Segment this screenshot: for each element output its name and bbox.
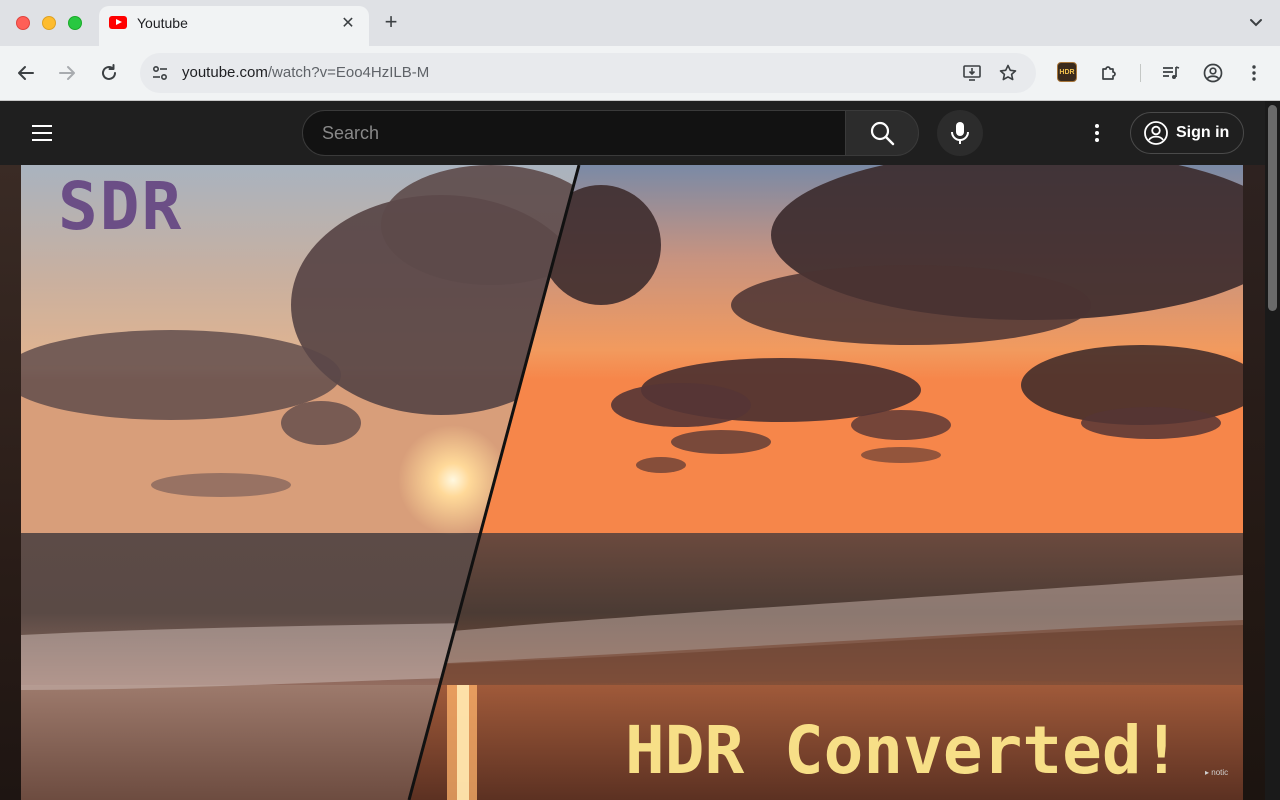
puzzle-icon[interactable] — [1098, 62, 1120, 84]
reload-icon[interactable] — [98, 62, 120, 84]
url-text: youtube.com/watch?v=Eoo4HzILB-M — [182, 64, 429, 81]
more-vert-icon[interactable] — [1243, 62, 1265, 84]
sign-in-label: Sign in — [1176, 124, 1230, 141]
video-side-blur-left — [0, 165, 21, 800]
youtube-masthead: Sign in — [0, 101, 1280, 165]
account-icon — [1144, 121, 1168, 145]
url-host: youtube.com — [182, 64, 268, 81]
tab-youtube[interactable]: Youtube ✕ — [99, 6, 369, 46]
close-window-button[interactable] — [16, 16, 30, 30]
settings-more-icon[interactable] — [1086, 122, 1108, 144]
fullscreen-window-button[interactable] — [68, 16, 82, 30]
sign-in-button[interactable]: Sign in — [1130, 112, 1244, 154]
tab-strip: Youtube ✕ + — [0, 0, 1280, 46]
search-box — [302, 110, 846, 156]
back-arrow-icon[interactable] — [15, 62, 37, 84]
player-corner-badge: ▸ notic — [1205, 768, 1229, 777]
hdr-extension-badge: HDR — [1059, 68, 1075, 76]
plus-icon[interactable]: + — [380, 10, 402, 34]
browser-window: Youtube ✕ + youtube.com/watch?v=Eoo4HzIL… — [0, 0, 1280, 800]
toolbar-separator — [1140, 64, 1141, 82]
tab-title: Youtube — [137, 15, 188, 31]
video-player[interactable] — [21, 165, 1243, 800]
close-icon[interactable]: ✕ — [339, 13, 357, 33]
address-bar[interactable]: youtube.com/watch?v=Eoo4HzILB-M — [140, 53, 1036, 93]
forward-arrow-icon[interactable] — [56, 62, 78, 84]
chevron-down-icon[interactable] — [1246, 12, 1266, 32]
browser-toolbar: youtube.com/watch?v=Eoo4HzILB-M — [0, 46, 1280, 101]
mic-icon — [951, 122, 969, 144]
hamburger-icon[interactable] — [31, 122, 53, 144]
scrollbar-thumb[interactable] — [1268, 105, 1277, 311]
site-settings-icon[interactable] — [150, 63, 170, 83]
minimize-window-button[interactable] — [42, 16, 56, 30]
hdr-converted-label: HDR Converted! — [625, 712, 1182, 789]
profile-icon[interactable] — [1202, 62, 1224, 84]
hdr-extension-icon[interactable]: HDR — [1057, 62, 1077, 82]
sdr-label: SDR — [58, 168, 184, 245]
star-icon[interactable] — [998, 63, 1018, 83]
search-icon — [870, 121, 895, 146]
install-app-icon[interactable] — [962, 63, 982, 83]
search-button[interactable] — [845, 110, 919, 156]
url-path: /watch?v=Eoo4HzILB-M — [267, 64, 430, 81]
youtube-favicon — [109, 16, 127, 29]
page-scrollbar[interactable] — [1265, 101, 1280, 800]
voice-search-button[interactable] — [937, 110, 983, 156]
media-controls-icon[interactable] — [1160, 62, 1182, 84]
video-frame — [21, 165, 1243, 800]
video-side-blur-right — [1243, 165, 1265, 800]
video-player-area — [0, 165, 1280, 800]
search-input[interactable] — [303, 111, 845, 155]
